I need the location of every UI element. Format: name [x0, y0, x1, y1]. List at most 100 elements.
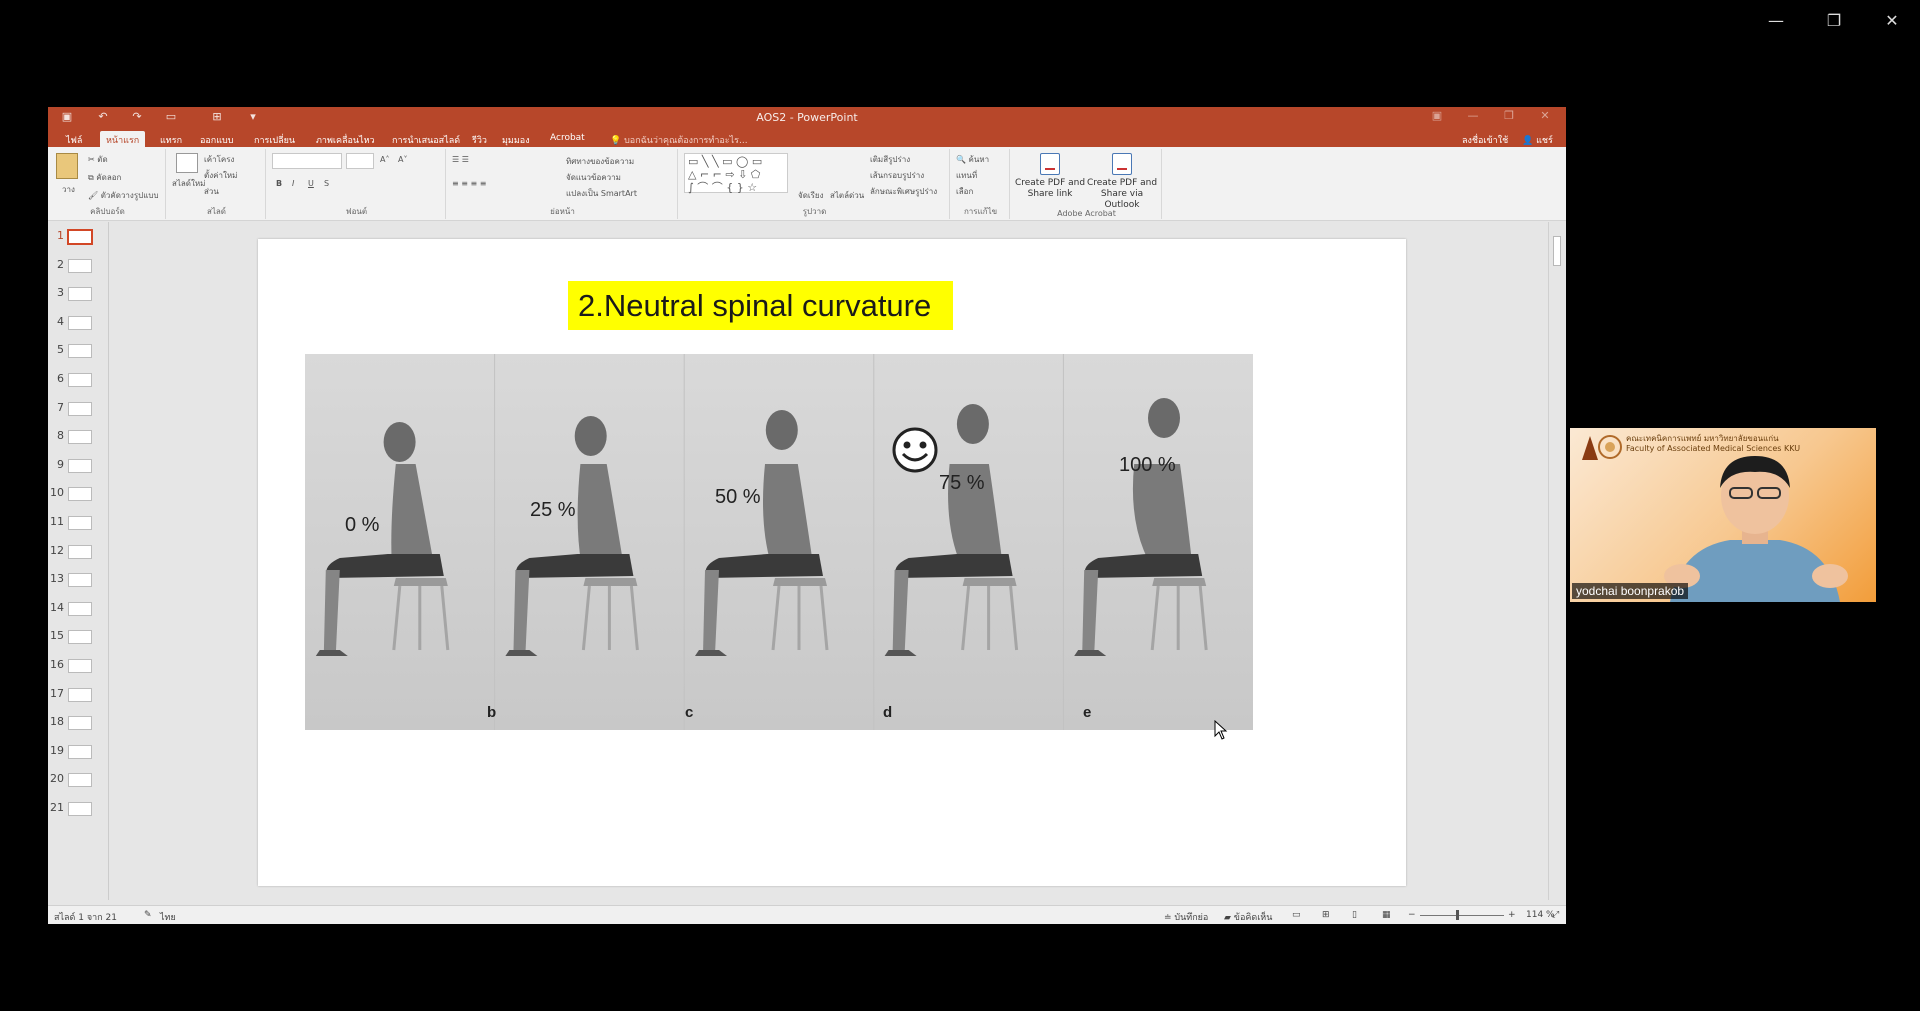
slide-thumbnail-image[interactable]	[68, 287, 92, 302]
font-size-input[interactable]	[346, 153, 374, 169]
slide-thumbnail[interactable]: 12	[48, 541, 108, 563]
tab-home[interactable]: หน้าแรก	[100, 131, 146, 147]
reset-button[interactable]: ตั้งค่าใหม่	[204, 169, 237, 182]
grow-font-icon[interactable]: A˄	[380, 155, 389, 164]
outer-minimize-button[interactable]: —	[1748, 0, 1804, 40]
tab-review[interactable]: รีวิว	[466, 131, 493, 147]
slide-thumbnail-image[interactable]	[68, 802, 92, 816]
minimize-button[interactable]: —	[1460, 109, 1486, 127]
slide-thumbnail-image[interactable]	[68, 487, 92, 502]
bullets-icon[interactable]: ☰ ☰	[452, 155, 469, 164]
bold-button[interactable]: B	[276, 179, 282, 188]
slide-thumbnail[interactable]: 13	[48, 569, 108, 591]
zoom-slider-handle[interactable]	[1456, 910, 1459, 920]
slide-thumbnail-image[interactable]	[68, 458, 92, 473]
slide-thumbnail-image[interactable]	[68, 258, 92, 273]
zoom-slider[interactable]	[1420, 915, 1504, 916]
slide-thumbnail[interactable]: 18	[48, 712, 108, 734]
posture-photo[interactable]: 0 % 25 % 50 % 75 % 100 % b c d e	[305, 354, 1253, 730]
tab-acrobat[interactable]: Acrobat	[544, 131, 591, 147]
new-slide-button[interactable]: สไลด์ใหม่	[172, 177, 205, 190]
find-button[interactable]: 🔍 ค้นหา	[956, 153, 989, 166]
fit-slide-icon[interactable]: ⤢	[1552, 910, 1559, 920]
underline-button[interactable]: U	[308, 179, 314, 188]
strikethrough-button[interactable]: S	[324, 179, 329, 188]
slide-thumbnail[interactable]: 10	[48, 483, 108, 505]
slide-thumbnail-image[interactable]	[68, 315, 92, 330]
replace-button[interactable]: แทนที่	[956, 169, 977, 182]
align-icons[interactable]: ≡ ≡ ≡ ≡	[452, 179, 486, 188]
slide-thumbnail[interactable]: 1	[48, 226, 108, 248]
section-button[interactable]: ส่วน	[204, 185, 219, 198]
slide-thumbnail[interactable]: 5	[48, 340, 108, 362]
format-painter-button[interactable]: 🖌 ตัวคัดวางรูปแบบ	[88, 189, 159, 202]
slide-thumbnail[interactable]: 15	[48, 626, 108, 648]
language-indicator[interactable]: ไทย	[160, 910, 176, 924]
slide-thumbnail-image[interactable]	[68, 601, 92, 616]
slide-thumbnail[interactable]: 11	[48, 512, 108, 534]
slide-thumbnail[interactable]: 16	[48, 655, 108, 677]
comments-button[interactable]: ▰ ข้อคิดเห็น	[1224, 910, 1272, 924]
normal-view-icon[interactable]: ▭	[1292, 910, 1301, 920]
current-slide[interactable]: 2.Neutral spinal curvature 0 % 25 % 50 %…	[258, 239, 1406, 886]
slide-thumbnail-image[interactable]	[68, 744, 92, 759]
slide-thumbnail[interactable]: 21	[48, 798, 108, 820]
spelling-icon[interactable]: ✎	[144, 910, 152, 920]
slide-thumbnail-image[interactable]	[68, 773, 92, 788]
ribbon-display-options-button[interactable]: ▣	[1424, 109, 1450, 127]
paste-icon[interactable]	[56, 153, 78, 179]
shape-fill-button[interactable]: เติมสีรูปร่าง	[870, 153, 910, 166]
slide-thumbnail[interactable]: 14	[48, 598, 108, 620]
slide-thumbnail-image[interactable]	[68, 573, 92, 588]
smartart-button[interactable]: แปลงเป็น SmartArt	[566, 187, 637, 200]
slide-thumbnail[interactable]: 20	[48, 769, 108, 791]
shape-effects-button[interactable]: ลักษณะพิเศษรูปร่าง	[870, 185, 937, 198]
slide-title[interactable]: 2.Neutral spinal curvature	[568, 281, 953, 330]
notes-button[interactable]: ≐ บันทึกย่อ	[1164, 910, 1208, 924]
slideshow-icon[interactable]: ▦	[1382, 910, 1391, 920]
new-slide-icon[interactable]	[176, 153, 198, 173]
create-pdf-outlook-button[interactable]: Create PDF and Share via Outlook	[1086, 153, 1158, 211]
tab-view[interactable]: มุมมอง	[496, 131, 536, 147]
reading-view-icon[interactable]: ▯	[1352, 910, 1357, 920]
tab-transitions[interactable]: การเปลี่ยน	[248, 131, 301, 147]
slide-thumbnail-image[interactable]	[68, 630, 92, 645]
tab-insert[interactable]: แทรก	[154, 131, 188, 147]
shapes-gallery[interactable]: ▭ ╲ ╲ ▭ ◯ ▭ △ ⌐ ⌐ ⇨ ⇩ ⬠ ∫ ⌒ ⌒ { } ☆	[684, 153, 788, 194]
zoom-level[interactable]: 114 %	[1526, 910, 1555, 920]
tab-file[interactable]: ไฟล์	[60, 131, 88, 147]
paste-button[interactable]: วาง	[62, 183, 75, 196]
font-name-input[interactable]	[272, 153, 342, 169]
arrange-button[interactable]: จัดเรียง	[798, 189, 824, 202]
tab-animations[interactable]: ภาพเคลื่อนไหว	[310, 131, 381, 147]
slide-thumbnail[interactable]: 7	[48, 398, 108, 420]
slide-thumbnail-image[interactable]	[68, 687, 92, 702]
slide-thumbnail[interactable]: 9	[48, 455, 108, 477]
create-pdf-share-link-button[interactable]: Create PDF and Share link	[1014, 153, 1086, 200]
layout-button[interactable]: เค้าโครง	[204, 153, 234, 166]
vertical-scrollbar[interactable]	[1548, 222, 1564, 900]
slide-thumbnail-image[interactable]	[68, 659, 92, 673]
slide-thumbnail[interactable]: 17	[48, 684, 108, 706]
slide-thumbnail-image[interactable]	[68, 401, 92, 416]
slide-thumbnail[interactable]: 4	[48, 312, 108, 334]
slide-thumbnail-image[interactable]	[68, 716, 92, 731]
outer-close-button[interactable]: ✕	[1864, 0, 1920, 40]
tab-slideshow[interactable]: การนำเสนอสไลด์	[386, 131, 466, 147]
restore-button[interactable]: ❐	[1496, 109, 1522, 127]
slide-thumbnail[interactable]: 2	[48, 255, 108, 277]
zoom-out-button[interactable]: −	[1408, 910, 1416, 920]
slide-thumbnail-image[interactable]	[67, 229, 93, 245]
scrollbar-thumb[interactable]	[1553, 236, 1561, 266]
shrink-font-icon[interactable]: A˅	[398, 155, 407, 164]
shape-outline-button[interactable]: เส้นกรอบรูปร่าง	[870, 169, 924, 182]
quick-styles-button[interactable]: สไตล์ด่วน	[830, 189, 864, 202]
slide-sorter-icon[interactable]: ⊞	[1322, 910, 1330, 920]
align-text-button[interactable]: จัดแนวข้อความ	[566, 171, 621, 184]
outer-restore-button[interactable]: ❐	[1806, 0, 1862, 40]
slide-thumbnail[interactable]: 6	[48, 369, 108, 391]
tab-design[interactable]: ออกแบบ	[194, 131, 240, 147]
slide-thumbnail-image[interactable]	[68, 516, 92, 530]
slide-thumbnail-image[interactable]	[68, 544, 92, 559]
italic-button[interactable]: I	[292, 179, 294, 188]
